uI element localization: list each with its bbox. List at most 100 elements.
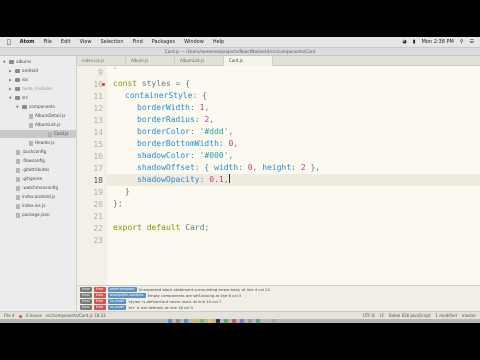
- menu-file[interactable]: File: [44, 39, 52, 45]
- code-token: ,: [228, 151, 234, 160]
- code-token: width: [214, 163, 239, 172]
- code-token: Card;: [180, 223, 210, 232]
- tab-album-list[interactable]: AlbumList.js: [175, 56, 224, 66]
- code-token: :: [291, 163, 301, 172]
- wifi-icon[interactable]: ◕: [402, 39, 406, 45]
- tree-file-selected[interactable]: Card.js: [0, 130, 76, 138]
- tab-bar: index.ios.js Album.js AlbumList.js Card.…: [77, 56, 480, 66]
- chevron-right-icon: ▶: [9, 87, 12, 91]
- tab-album[interactable]: Album.js: [126, 56, 175, 66]
- tree-file[interactable]: index.ios.js: [16, 202, 45, 210]
- menu-packages[interactable]: Packages: [152, 39, 175, 45]
- tree-folder[interactable]: ▶ node_modules: [9, 85, 52, 93]
- file-icon: [16, 185, 20, 191]
- folder-icon: [22, 105, 27, 109]
- list-icon[interactable]: ☰: [470, 39, 474, 45]
- tree-label: AlbumList.js: [35, 122, 61, 127]
- menu-edit[interactable]: Edit: [61, 39, 71, 45]
- line-number: 19: [93, 188, 103, 197]
- tree-file[interactable]: .gitignore: [16, 175, 42, 183]
- code-token: };: [113, 199, 123, 208]
- tree-label: .watchmanconfig: [22, 185, 59, 190]
- battery-icon[interactable]: ▮: [413, 39, 416, 45]
- lint-message[interactable]: Error Error no-undef'err' is not defined. …: [80, 304, 193, 311]
- line-number: 17: [93, 164, 103, 173]
- tab-index-ios[interactable]: index.ios.js: [77, 56, 126, 66]
- breakpoint-marker[interactable]: [102, 83, 105, 86]
- atom-icon[interactable]: [224, 319, 228, 323]
- menu-selection[interactable]: Selection: [100, 39, 123, 45]
- code-token: '#ddd': [199, 127, 229, 136]
- code-token: ,: [209, 115, 215, 124]
- app-icon[interactable]: [256, 319, 260, 323]
- app-icon[interactable]: [240, 319, 244, 323]
- safari-icon[interactable]: [184, 319, 188, 323]
- code-line: borderBottomWidth: 0,: [137, 138, 238, 150]
- search-icon[interactable]: ⚲: [460, 39, 464, 45]
- tree-file[interactable]: .flowconfig: [16, 157, 45, 165]
- terminal-icon[interactable]: [216, 319, 220, 323]
- line-gutter: 9 10 11 12 13 14 15 16 17 18 19 20 21 22…: [77, 66, 107, 285]
- tree-folder[interactable]: ▶ android: [9, 67, 38, 75]
- line-number: 21: [93, 212, 103, 221]
- tree-file[interactable]: AlbumList.js: [29, 121, 60, 129]
- settings-icon[interactable]: [248, 319, 252, 323]
- line-number: 22: [93, 224, 103, 233]
- code-editor[interactable]: 9 10 11 12 13 14 15 16 17 18 19 20 21 22…: [77, 66, 480, 285]
- tree-file[interactable]: package.json: [16, 211, 50, 219]
- code-token: :: [238, 163, 248, 172]
- tree-label: albums: [16, 59, 32, 64]
- line-number: 23: [93, 236, 103, 245]
- code-token: borderColor: [137, 127, 190, 136]
- tree-file[interactable]: Header.js: [29, 139, 55, 147]
- line-number-current: 18: [93, 176, 103, 185]
- code-token: ,: [252, 163, 263, 172]
- code-token: ,: [233, 139, 239, 148]
- menu-view[interactable]: View: [80, 39, 92, 45]
- tree-label: Card.js: [54, 131, 69, 136]
- tree-file[interactable]: .gitattributes: [16, 166, 49, 174]
- clock[interactable]: Mon 2:38 PM: [422, 39, 454, 45]
- folder-icon: [15, 96, 20, 100]
- tree-file[interactable]: AlbumDetail.js: [29, 112, 65, 120]
- code-line: export default Card;: [113, 222, 209, 234]
- code-token: }: [125, 187, 130, 196]
- error-dot-icon: [18, 314, 22, 318]
- code-line: `: [113, 66, 118, 78]
- file-icon: [16, 158, 20, 164]
- file-icon: [16, 149, 20, 155]
- messages-icon[interactable]: [200, 319, 204, 323]
- trash-icon[interactable]: [272, 319, 276, 323]
- tree-file[interactable]: index.android.js: [16, 193, 55, 201]
- tree-file[interactable]: .buckconfig: [16, 148, 46, 156]
- music-icon[interactable]: [232, 319, 236, 323]
- code-token: :: [218, 139, 229, 148]
- tree-label: package.json: [22, 212, 50, 217]
- finder-icon[interactable]: [168, 319, 172, 323]
- code-token: height: [262, 163, 292, 172]
- tab-card[interactable]: Card.js: [224, 56, 273, 66]
- chevron-down-icon: ▼: [16, 105, 19, 109]
- menu-find[interactable]: Find: [133, 39, 143, 45]
- apple-menu-icon[interactable]: : [7, 39, 11, 46]
- code-token: export: [113, 223, 142, 232]
- text-cursor: [228, 174, 230, 183]
- menu-atom[interactable]: Atom: [20, 39, 35, 45]
- tree-folder[interactable]: ▼ src: [9, 94, 28, 102]
- lint-rule-badge[interactable]: no-undef: [107, 305, 126, 310]
- chrome-icon[interactable]: [192, 319, 196, 323]
- file-icon: [29, 113, 33, 119]
- code-token: borderRadius: [137, 115, 195, 124]
- notes-icon[interactable]: [208, 319, 212, 323]
- tree-root[interactable]: ▼ albums: [3, 58, 31, 66]
- file-icon: [29, 140, 33, 146]
- tree-label: components: [29, 104, 55, 109]
- tree-folder[interactable]: ▶ ios: [9, 76, 28, 84]
- menu-window[interactable]: Window: [184, 39, 204, 45]
- code-token: :: [194, 115, 205, 124]
- launchpad-icon[interactable]: [176, 319, 180, 323]
- menu-help[interactable]: Help: [213, 39, 224, 45]
- line-number: 9: [98, 68, 103, 77]
- tree-file[interactable]: .watchmanconfig: [16, 184, 58, 192]
- tree-folder[interactable]: ▼ components: [16, 103, 55, 111]
